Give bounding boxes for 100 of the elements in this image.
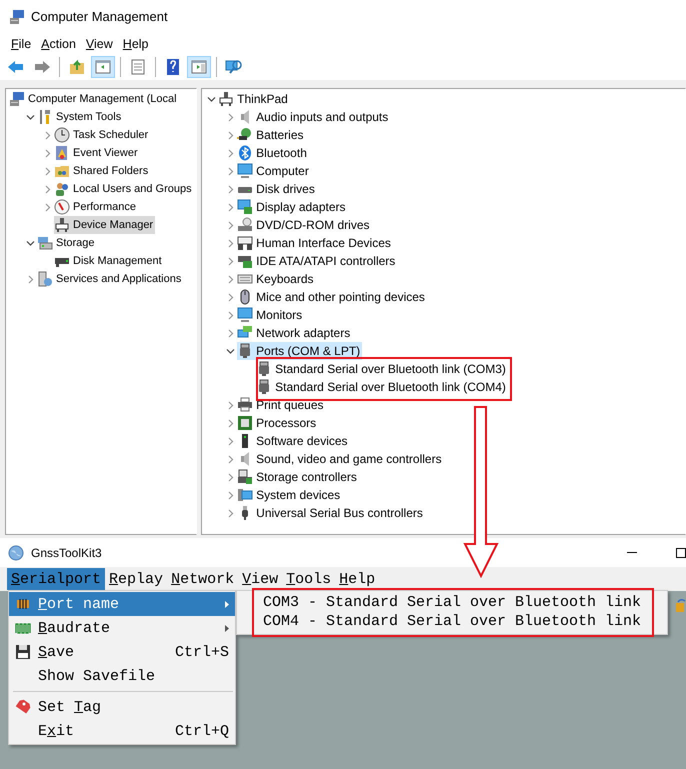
- tree-item[interactable]: System Tools: [37, 108, 124, 126]
- pane-icon: [190, 58, 208, 76]
- tree-item[interactable]: DVD/CD-ROM drives: [237, 216, 372, 234]
- menu-item[interactable]: Tools: [282, 568, 336, 590]
- expand-chevron-icon[interactable]: [42, 166, 52, 176]
- tree-item[interactable]: Task Scheduler: [54, 126, 150, 144]
- expand-chevron-icon[interactable]: [226, 508, 235, 518]
- expand-chevron-icon[interactable]: [26, 274, 34, 284]
- expand-chevron-icon[interactable]: [226, 256, 235, 266]
- tree-item[interactable]: Bluetooth: [237, 144, 309, 162]
- tree-item[interactable]: Disk Management: [54, 252, 164, 270]
- tree-item[interactable]: Sound, video and game controllers: [237, 450, 444, 468]
- expand-chevron-icon[interactable]: [226, 130, 235, 140]
- tree-item[interactable]: Services and Applications: [37, 270, 184, 288]
- menu-item[interactable]: COM3 - Standard Serial over Bluetooth link: [237, 593, 667, 612]
- expand-chevron-icon[interactable]: [226, 436, 235, 446]
- expand-chevron-icon[interactable]: [226, 292, 235, 302]
- menu-item[interactable]: Serialport: [7, 568, 106, 590]
- tree-item[interactable]: Software devices: [237, 432, 350, 450]
- console-tree-button[interactable]: [91, 56, 115, 78]
- expand-chevron-icon[interactable]: [42, 202, 52, 212]
- tree-item[interactable]: Network adapters: [237, 324, 352, 342]
- expand-chevron-icon[interactable]: [226, 202, 235, 212]
- expand-chevron-icon[interactable]: [226, 148, 235, 158]
- tree-item[interactable]: Monitors: [237, 306, 304, 324]
- tree-item[interactable]: Keyboards: [237, 270, 316, 288]
- tree-item[interactable]: Disk drives: [237, 180, 317, 198]
- tree-item[interactable]: Event Viewer: [54, 144, 140, 162]
- expand-chevron-icon[interactable]: [226, 490, 235, 500]
- menu-item[interactable]: Port name: [9, 592, 235, 616]
- collapse-chevron-icon[interactable]: [226, 346, 235, 356]
- tree-item[interactable]: Computer: [237, 162, 311, 180]
- collapse-chevron-icon[interactable]: [26, 238, 34, 248]
- menu-item[interactable]: Baudrate: [9, 616, 235, 640]
- menu-item[interactable]: Set Tag: [9, 695, 235, 719]
- expand-chevron-icon[interactable]: [226, 112, 235, 122]
- menu-item[interactable]: Action: [36, 36, 81, 52]
- tree-item[interactable]: Performance: [54, 198, 138, 216]
- expand-chevron-icon[interactable]: [226, 454, 235, 464]
- tree-item[interactable]: Batteries: [237, 126, 306, 144]
- device-icon: [218, 91, 234, 107]
- tree-item[interactable]: Human Interface Devices: [237, 234, 393, 252]
- menu-item[interactable]: Network: [167, 568, 238, 590]
- tree-item[interactable]: Ports (COM & LPT): [237, 342, 362, 360]
- system-icon: [237, 487, 254, 503]
- storage-controller-icon: [237, 469, 254, 485]
- expand-chevron-icon[interactable]: [226, 328, 235, 338]
- expand-chevron-icon[interactable]: [226, 166, 235, 176]
- keyboard-device-icon: [237, 235, 254, 251]
- tree-item[interactable]: Print queues: [237, 396, 326, 414]
- monitor-icon: [237, 163, 254, 179]
- users-icon: [54, 181, 70, 197]
- tree-item[interactable]: Device Manager: [54, 216, 156, 234]
- expand-chevron-icon[interactable]: [42, 184, 52, 194]
- tree-item[interactable]: Display adapters: [237, 198, 348, 216]
- tree-item[interactable]: Standard Serial over Bluetooth link (COM3): [256, 360, 508, 378]
- tree-item[interactable]: Storage controllers: [237, 468, 359, 486]
- tree-item[interactable]: Mice and other pointing devices: [237, 288, 427, 306]
- expand-chevron-icon[interactable]: [42, 130, 52, 140]
- menu-item[interactable]: Show Savefile: [9, 664, 235, 688]
- forward-arrow-icon: [33, 58, 51, 76]
- menu-item[interactable]: Exit Ctrl+Q: [9, 719, 235, 743]
- properties-icon: [129, 58, 147, 76]
- tree-item[interactable]: Computer Management (Local: [9, 90, 179, 108]
- expand-chevron-icon[interactable]: [226, 310, 235, 320]
- menu-item[interactable]: COM4 - Standard Serial over Bluetooth link: [237, 612, 667, 631]
- menu-item[interactable]: View: [80, 36, 118, 52]
- action-pane-button[interactable]: [187, 56, 211, 78]
- menu-item[interactable]: Save Ctrl+S: [9, 640, 235, 664]
- tree-item[interactable]: Universal Serial Bus controllers: [237, 504, 425, 522]
- tree-item[interactable]: Local Users and Groups: [54, 180, 194, 198]
- tree-item[interactable]: Standard Serial over Bluetooth link (COM4): [256, 378, 508, 396]
- tree-item[interactable]: Storage: [37, 234, 97, 252]
- expand-chevron-icon[interactable]: [42, 148, 52, 158]
- menu-item[interactable]: File: [6, 36, 36, 52]
- expand-chevron-icon[interactable]: [226, 184, 235, 194]
- expand-chevron-icon[interactable]: [226, 220, 235, 230]
- collapse-chevron-icon[interactable]: [26, 112, 34, 122]
- menu-item[interactable]: View: [238, 568, 282, 590]
- menu-item[interactable]: Help: [118, 36, 154, 52]
- collapse-chevron-icon[interactable]: [206, 94, 216, 104]
- storage-icon: [37, 235, 53, 251]
- log-icon: [54, 145, 70, 161]
- chip-icon: [237, 415, 254, 431]
- expand-chevron-icon[interactable]: [226, 274, 235, 284]
- tree-item[interactable]: IDE ATA/ATAPI controllers: [237, 252, 398, 270]
- menu-item[interactable]: Replay: [105, 568, 168, 590]
- expand-chevron-icon[interactable]: [226, 472, 235, 482]
- pane-icon: [94, 58, 112, 76]
- tree-item[interactable]: System devices: [237, 486, 342, 504]
- tree-item[interactable]: Audio inputs and outputs: [237, 108, 390, 126]
- tree-item[interactable]: ThinkPad: [218, 90, 290, 108]
- expand-chevron-icon[interactable]: [226, 418, 235, 428]
- menu-item[interactable]: Help: [335, 568, 380, 590]
- expand-chevron-icon[interactable]: [226, 400, 235, 410]
- tree-item[interactable]: Shared Folders: [54, 162, 150, 180]
- shared-folder-icon: [54, 163, 70, 179]
- expand-chevron-icon[interactable]: [226, 238, 235, 248]
- tag-icon: [15, 699, 31, 715]
- tree-item[interactable]: Processors: [237, 414, 318, 432]
